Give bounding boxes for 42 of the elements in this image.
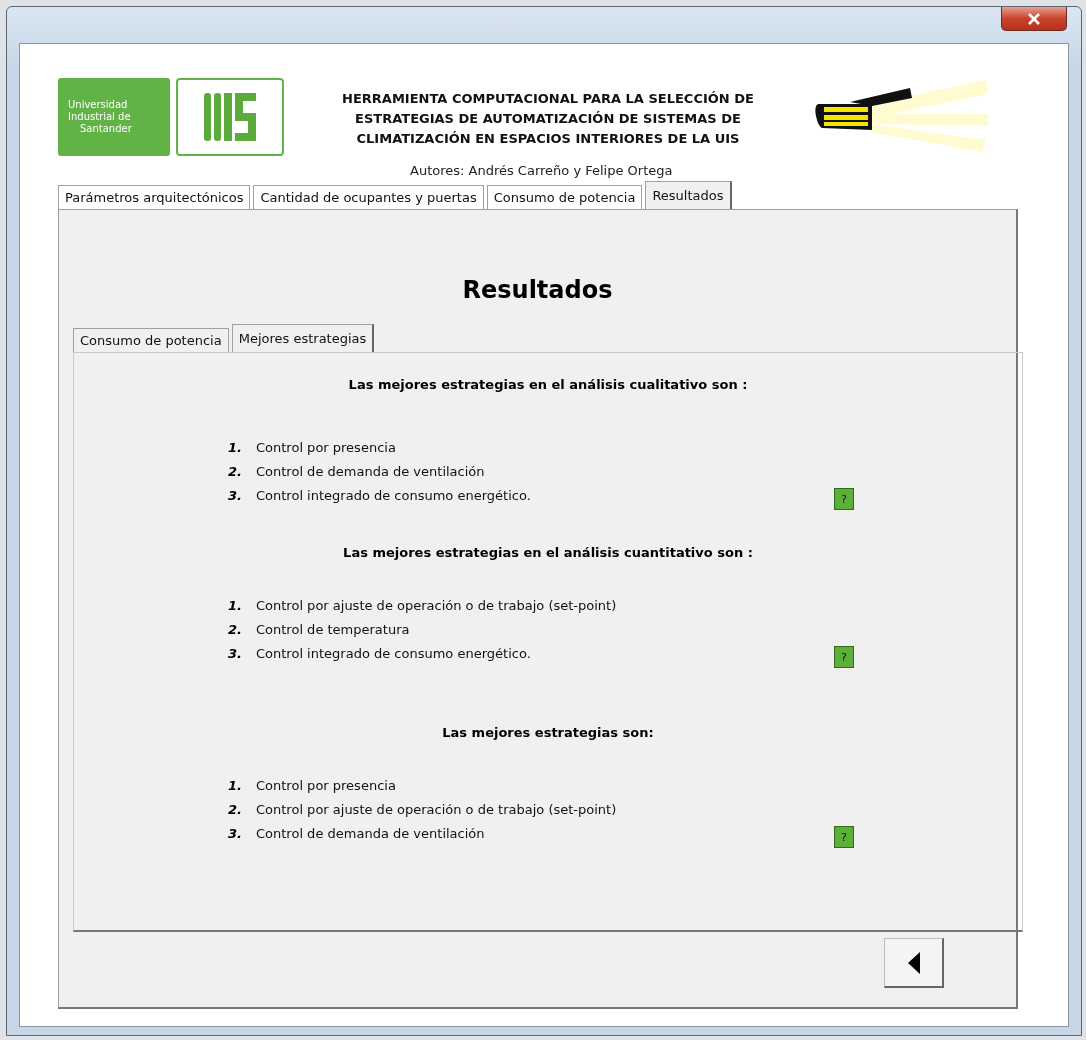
logo-text: Santander [79,123,133,135]
strategy-text: Control por ajuste de operación o de trabajo (set-point) [256,597,617,613]
logo-text: Universidad [68,99,129,111]
strategy-text: Control por presencia [256,777,396,793]
item-number: 2. [228,621,243,637]
tab[interactable]: Mejores estrategias [231,324,375,352]
back-icon [907,951,920,974]
tab[interactable]: Resultados [645,181,732,209]
strategy-text: Control de demanda de ventilación [256,463,485,479]
item-number: 1. [228,777,243,793]
item-number: 2. [228,801,243,817]
tab[interactable]: Parámetros arquitectónicos [58,185,251,209]
app-title: ESTRATEGIAS DE AUTOMATIZACIÓN DE SISTEMAS DE [354,110,742,128]
app-title: CLIMATIZACIÓN EN ESPACIOS INTERIORES DE LA UIS [355,130,741,148]
strategy-text: Control integrado de consumo energético. [256,645,531,661]
app-title: HERRAMIENTA COMPUTACIONAL PARA LA SELECCIÓN DE [341,90,755,108]
strategy-text: Control por presencia [256,439,396,455]
authors-text: Autores: Andrés Carreño y Felipe Ortega [410,163,674,180]
strategy-text: Control de demanda de ventilación [256,825,485,841]
tab[interactable]: Consumo de potencia [73,328,229,352]
item-number: 3. [228,825,243,841]
section-heading: Las mejores estrategias son: [441,725,655,742]
item-number: 3. [228,645,243,661]
section-heading: Las mejores estrategias en el análisis cuantitativo son : [342,545,754,562]
page-title: Resultados [461,276,614,306]
strategy-text: Control por ajuste de operación o de trabajo (set-point) [256,801,617,817]
tab[interactable]: Consumo de potencia [486,185,643,209]
help-button[interactable]: ? [834,488,854,510]
section-heading: Las mejores estrategias en el análisis cualitativo son : [347,377,749,394]
item-number: 2. [228,463,243,479]
help-button[interactable]: ? [834,826,854,848]
close-icon [1027,12,1041,25]
help-button[interactable]: ? [834,646,854,668]
strategy-text: Control de temperatura [256,621,410,637]
item-number: 3. [228,487,243,503]
item-number: 1. [228,597,243,613]
logo-text: Industrial de [68,111,132,123]
back-button[interactable] [884,938,944,988]
item-number: 1. [228,439,243,455]
tab[interactable]: Cantidad de ocupantes y puertas [253,185,484,209]
strategy-text: Control integrado de consumo energético. [256,487,531,503]
close-button[interactable] [1001,7,1067,31]
